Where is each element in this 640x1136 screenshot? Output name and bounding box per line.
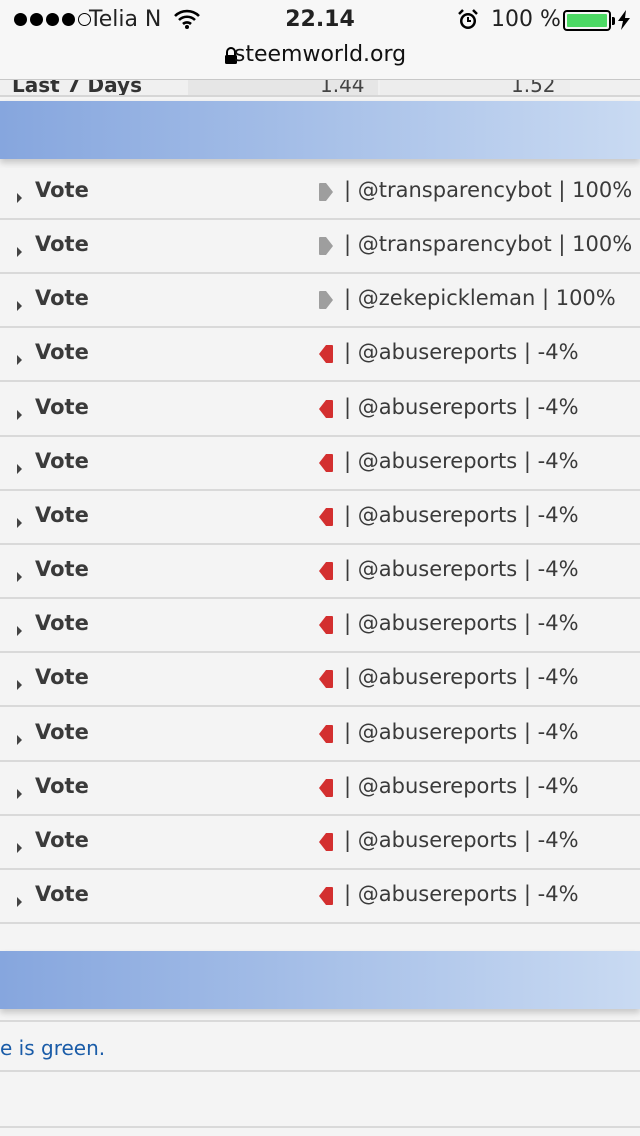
- vote-detail[interactable]: | @abusereports | -4%: [344, 611, 579, 635]
- expand-caret-icon[interactable]: [16, 459, 23, 478]
- downvote-icon: [318, 832, 334, 856]
- vote-row[interactable]: Vote | @abusereports | -4%: [0, 818, 640, 870]
- section-header-band: [0, 951, 640, 1009]
- vote-label: Vote: [35, 232, 89, 256]
- vote-row[interactable]: Vote | @abusereports | -4%: [0, 493, 640, 545]
- vote-detail[interactable]: | @abusereports | -4%: [344, 395, 579, 419]
- stats-row-value: 1.44: [320, 80, 365, 97]
- vote-row[interactable]: Vote | @abusereports | -4%: [0, 547, 640, 599]
- vote-row[interactable]: Vote | @abusereports | -4%: [0, 385, 640, 437]
- charging-icon: [617, 9, 631, 35]
- url-text[interactable]: steemworld.org: [0, 42, 640, 67]
- vote-label: Vote: [35, 611, 89, 635]
- vote-row[interactable]: Vote | @abusereports | -4%: [0, 655, 640, 707]
- info-text: e is green.: [0, 1036, 106, 1060]
- stats-row-label: Last 7 Days: [12, 80, 142, 97]
- expand-caret-icon[interactable]: [16, 405, 23, 424]
- vote-detail[interactable]: | @abusereports | -4%: [344, 340, 579, 364]
- vote-label: Vote: [35, 720, 89, 744]
- vote-detail[interactable]: | @transparencybot | 100%: [344, 232, 632, 256]
- vote-row[interactable]: Vote | @abusereports | -4%: [0, 872, 640, 924]
- downvote-icon: [318, 778, 334, 802]
- vote-label: Vote: [35, 828, 89, 852]
- vote-label: Vote: [35, 882, 89, 906]
- upvote-icon: [318, 182, 334, 206]
- status-bar: Telia N 22.14 100 %: [0, 0, 640, 40]
- vote-label: Vote: [35, 503, 89, 527]
- upvote-icon: [318, 236, 334, 260]
- upvote-icon: [318, 290, 334, 314]
- vote-row[interactable]: Vote | @zekepickleman | 100%: [0, 276, 640, 328]
- downvote-icon: [318, 615, 334, 639]
- downvote-icon: [318, 886, 334, 910]
- battery-icon: [563, 10, 615, 31]
- downvote-icon: [318, 724, 334, 748]
- battery-percentage: 100 %: [491, 7, 561, 32]
- vote-row[interactable]: Vote | @transparencybot | 100%: [0, 168, 640, 220]
- expand-caret-icon[interactable]: [16, 675, 23, 694]
- vote-row[interactable]: Vote | @abusereports | -4%: [0, 601, 640, 653]
- expand-caret-icon[interactable]: [16, 838, 23, 857]
- expand-caret-icon[interactable]: [16, 242, 23, 261]
- downvote-icon: [318, 344, 334, 368]
- vote-label: Vote: [35, 557, 89, 581]
- vote-detail[interactable]: | @abusereports | -4%: [344, 665, 579, 689]
- alarm-icon: [457, 9, 479, 35]
- vote-detail[interactable]: | @abusereports | -4%: [344, 882, 579, 906]
- expand-caret-icon[interactable]: [16, 730, 23, 749]
- vote-detail[interactable]: | @abusereports | -4%: [344, 828, 579, 852]
- expand-caret-icon[interactable]: [16, 892, 23, 911]
- expand-caret-icon[interactable]: [16, 621, 23, 640]
- vote-row[interactable]: Vote | @abusereports | -4%: [0, 330, 640, 382]
- expand-caret-icon[interactable]: [16, 513, 23, 532]
- vote-detail[interactable]: | @transparencybot | 100%: [344, 178, 632, 202]
- vote-detail[interactable]: | @abusereports | -4%: [344, 774, 579, 798]
- vote-detail[interactable]: | @abusereports | -4%: [344, 557, 579, 581]
- stats-row-partial: Last 7 Days 1.44 1.52: [0, 80, 640, 97]
- downvote-icon: [318, 507, 334, 531]
- info-row: e is green.: [0, 1020, 640, 1072]
- expand-caret-icon[interactable]: [16, 567, 23, 586]
- vote-detail[interactable]: | @zekepickleman | 100%: [344, 286, 616, 310]
- expand-caret-icon[interactable]: [16, 350, 23, 369]
- vote-label: Vote: [35, 449, 89, 473]
- downvote-icon: [318, 453, 334, 477]
- empty-row: [0, 1074, 640, 1128]
- vote-detail[interactable]: | @abusereports | -4%: [344, 720, 579, 744]
- expand-caret-icon[interactable]: [16, 296, 23, 315]
- signal-strength-icon: [14, 13, 91, 26]
- address-bar[interactable]: steemworld.org: [0, 40, 640, 80]
- downvote-icon: [318, 399, 334, 423]
- vote-row[interactable]: Vote | @abusereports | -4%: [0, 710, 640, 762]
- vote-row[interactable]: Vote | @abusereports | -4%: [0, 439, 640, 491]
- downvote-icon: [318, 669, 334, 693]
- vote-label: Vote: [35, 395, 89, 419]
- vote-label: Vote: [35, 178, 89, 202]
- stats-row-value: 1.52: [511, 80, 556, 97]
- vote-label: Vote: [35, 286, 89, 310]
- expand-caret-icon[interactable]: [16, 188, 23, 207]
- wifi-icon: [174, 9, 200, 33]
- downvote-icon: [318, 561, 334, 585]
- vote-label: Vote: [35, 340, 89, 364]
- section-header-band: [0, 101, 640, 159]
- vote-row[interactable]: Vote | @transparencybot | 100%: [0, 222, 640, 274]
- vote-detail[interactable]: | @abusereports | -4%: [344, 449, 579, 473]
- vote-label: Vote: [35, 665, 89, 689]
- vote-detail[interactable]: | @abusereports | -4%: [344, 503, 579, 527]
- expand-caret-icon[interactable]: [16, 784, 23, 803]
- vote-label: Vote: [35, 774, 89, 798]
- vote-row[interactable]: Vote | @abusereports | -4%: [0, 764, 640, 816]
- carrier-name: Telia N: [89, 7, 162, 32]
